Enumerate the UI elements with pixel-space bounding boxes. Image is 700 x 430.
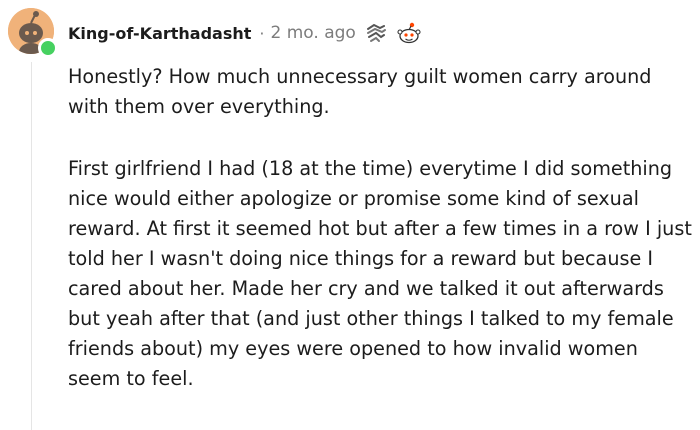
comment-paragraph: Honestly? How much unnecessary guilt wom…: [68, 65, 652, 118]
scribble-award-icon[interactable]: [364, 21, 388, 45]
timestamp-link[interactable]: 2 mo. ago: [271, 23, 356, 43]
username-link[interactable]: King-of-Karthadasht: [68, 24, 251, 43]
avatar[interactable]: [8, 8, 58, 58]
thread-line[interactable]: [31, 62, 32, 430]
meta-separator: ·: [259, 23, 265, 43]
snoo-face-award-icon[interactable]: [396, 21, 422, 45]
comment: King-of-Karthadasht · 2 mo. ago Honestly…: [0, 0, 700, 430]
comment-paragraph: First girlfriend I had (18 at the time) …: [68, 157, 692, 390]
comment-meta: King-of-Karthadasht · 2 mo. ago: [68, 18, 422, 48]
comment-body: Honestly? How much unnecessary guilt wom…: [68, 62, 693, 394]
online-status-dot: [38, 38, 58, 58]
